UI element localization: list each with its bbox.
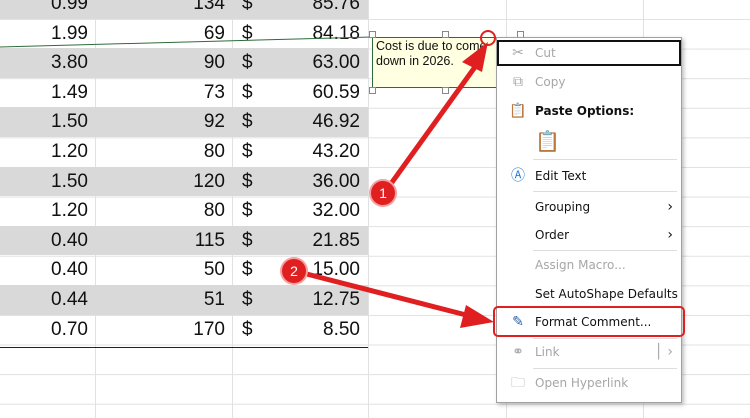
chevron-right-icon: › [667, 227, 673, 243]
step-badge-2: 2 [282, 259, 306, 283]
chevron-right-icon: │ › [654, 344, 673, 360]
resize-handle[interactable] [442, 87, 449, 94]
menu-item-open-hyperlink[interactable]: 🗀 Open Hyperlink [497, 370, 681, 396]
resize-handle[interactable] [369, 31, 376, 38]
comment-box[interactable]: Cost is due to come down in 2026. [372, 37, 498, 88]
menu-item-grouping[interactable]: Grouping › [497, 194, 681, 220]
menu-item-cut[interactable]: ✂ Cut [497, 40, 681, 66]
menu-paste-options-header: 📋 Paste Options: [497, 98, 681, 124]
menu-item-assign-macro[interactable]: Assign Macro... [497, 252, 681, 278]
scissors-icon: ✂ [512, 45, 524, 61]
menu-item-link[interactable]: ⚭ Link │ › [497, 339, 681, 365]
comment-leader-line [0, 36, 373, 48]
menu-separator [533, 368, 677, 369]
step-badge-1: 1 [371, 181, 395, 205]
menu-item-edit-text[interactable]: Ⓐ Edit Text [497, 163, 681, 189]
resize-handle[interactable] [442, 31, 449, 38]
comment-text: Cost is due to come down in 2026. [376, 39, 487, 68]
context-menu: ✂ Cut ⧉ Copy 📋 Paste Options: 📋 Ⓐ Edit Text … [496, 37, 682, 403]
open-hyperlink-icon: 🗀 [511, 375, 525, 391]
menu-separator [533, 250, 677, 251]
link-icon: ⚭ [512, 344, 524, 360]
menu-separator [533, 191, 677, 192]
paste-button[interactable]: 📋 [531, 128, 561, 154]
edit-text-icon: Ⓐ [511, 168, 525, 184]
chevron-right-icon: › [667, 199, 673, 215]
menu-separator [533, 159, 677, 160]
highlight-format-comment [493, 306, 685, 337]
paste-icon: 📋 [509, 103, 527, 119]
copy-icon: ⧉ [513, 74, 523, 90]
clipboard-icon: 📋 [535, 129, 560, 153]
menu-item-set-autoshape-defaults[interactable]: Set AutoShape Defaults [497, 281, 681, 307]
resize-handle[interactable] [369, 87, 376, 94]
menu-item-copy[interactable]: ⧉ Copy [497, 69, 681, 95]
menu-item-order[interactable]: Order › [497, 222, 681, 248]
